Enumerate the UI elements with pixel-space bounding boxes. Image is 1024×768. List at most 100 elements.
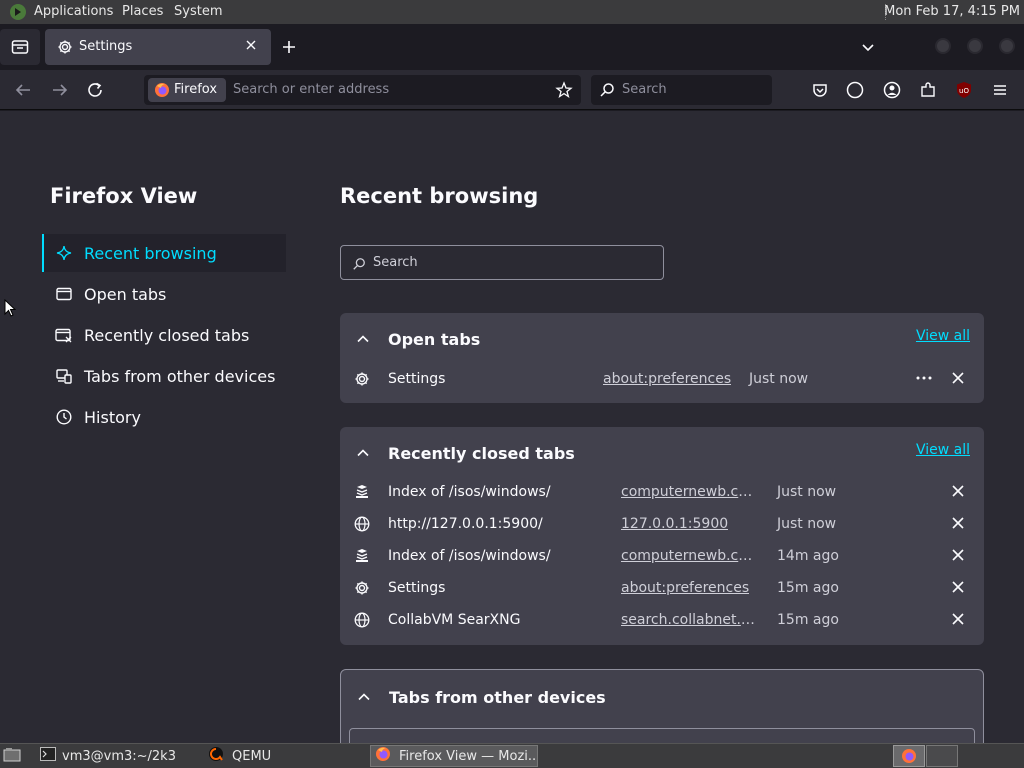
- firefox-view-page: Firefox View Recent browsing Open tabs R…: [0, 111, 1024, 758]
- url-input[interactable]: Search or enter address: [233, 82, 389, 97]
- sidebar-item-label: Open tabs: [84, 284, 167, 304]
- close-icon[interactable]: [950, 611, 966, 631]
- list-item[interactable]: Index of /isos/windows/ computernewb.com…: [340, 477, 984, 509]
- row-url[interactable]: 127.0.0.1:5900: [621, 516, 728, 532]
- open-tabs-card: Open tabs View all Settings about:prefer…: [340, 313, 984, 403]
- task-label: vm3@vm3:~/2k3: [62, 748, 176, 764]
- row-title: Index of /isos/windows/: [388, 548, 551, 564]
- sidebar-item-label: History: [84, 407, 141, 427]
- page-title: Recent browsing: [340, 184, 539, 208]
- list-item[interactable]: Index of /isos/windows/ computernewb.com…: [340, 541, 984, 573]
- hamburger-menu-icon[interactable]: [991, 81, 1009, 99]
- search-icon: [599, 82, 615, 102]
- view-all-link[interactable]: View all: [916, 442, 970, 458]
- chevron-up-icon[interactable]: [357, 689, 371, 708]
- close-icon[interactable]: [950, 483, 966, 503]
- reload-icon[interactable]: [87, 82, 105, 98]
- account-icon[interactable]: [883, 81, 901, 99]
- close-icon[interactable]: [950, 370, 966, 390]
- taskbar-item-qemu[interactable]: QEMU: [204, 745, 364, 767]
- sidebar-item-recently-closed-tabs[interactable]: Recently closed tabs: [42, 316, 286, 354]
- maximize-button[interactable]: [967, 38, 983, 54]
- globe-icon: [354, 612, 370, 632]
- sidebar-item-label: Recent browsing: [84, 243, 217, 263]
- identity-label: Firefox: [174, 82, 218, 97]
- close-window-button[interactable]: [999, 38, 1015, 54]
- close-icon[interactable]: [950, 547, 966, 567]
- task-label: QEMU: [232, 748, 272, 764]
- list-item[interactable]: http://127.0.0.1:5900/ 127.0.0.1:5900 Ju…: [340, 509, 984, 541]
- row-url[interactable]: computernewb.com: [621, 548, 757, 564]
- workspace-switcher[interactable]: [893, 745, 925, 767]
- forward-icon[interactable]: [51, 82, 69, 98]
- url-bar[interactable]: Firefox Search or enter address: [144, 75, 581, 105]
- firefox-view-button[interactable]: [0, 29, 40, 65]
- taskbar: vm3@vm3:~/2k3 QEMU Firefox View — Mozi..…: [0, 743, 1024, 768]
- list-all-tabs-icon[interactable]: [860, 39, 876, 59]
- chevron-up-icon[interactable]: [356, 445, 370, 464]
- sidebar-item-open-tabs[interactable]: Open tabs: [42, 275, 286, 313]
- clock[interactable]: Mon Feb 17, 4:15 PM: [884, 4, 1020, 19]
- row-title: CollabVM SearXNG: [388, 612, 521, 628]
- applications-menu[interactable]: Applications: [34, 4, 113, 19]
- tab-title: Settings: [79, 39, 133, 54]
- sidebar-heading: Firefox View: [50, 184, 198, 208]
- tab-strip: Settings: [0, 24, 1024, 70]
- window-icon: [44, 286, 84, 302]
- terminal-icon: [40, 747, 56, 765]
- globe-icon: [354, 516, 370, 536]
- ublock-origin-icon[interactable]: uO: [955, 81, 973, 99]
- row-url[interactable]: about:preferences: [603, 371, 731, 387]
- recent-browsing-search[interactable]: Search: [340, 245, 664, 280]
- clock-icon: [44, 409, 84, 425]
- firefox-logo-icon: [902, 749, 916, 763]
- chevron-up-icon[interactable]: [356, 331, 370, 350]
- firefox-logo-icon: [375, 746, 391, 766]
- row-time: Just now: [777, 484, 837, 500]
- row-title: Index of /isos/windows/: [388, 484, 551, 500]
- show-desktop-icon[interactable]: [3, 747, 21, 767]
- sidebar-item-tabs-from-other-devices[interactable]: Tabs from other devices: [42, 357, 286, 395]
- qemu-icon: [208, 746, 224, 766]
- row-time: 14m ago: [777, 548, 839, 564]
- bookmark-star-icon[interactable]: [555, 81, 573, 103]
- row-title: Settings: [388, 371, 446, 387]
- places-menu[interactable]: Places: [122, 4, 163, 19]
- taskbar-item-firefox[interactable]: Firefox View — Mozi...: [370, 745, 538, 767]
- close-icon[interactable]: [950, 515, 966, 535]
- view-all-link[interactable]: View all: [916, 328, 970, 344]
- more-options-icon[interactable]: [914, 370, 934, 390]
- row-url[interactable]: computernewb.com: [621, 484, 757, 500]
- search-input[interactable]: Search: [622, 82, 667, 97]
- tab-settings[interactable]: Settings: [45, 29, 271, 65]
- list-item[interactable]: CollabVM SearXNG search.collabnet.l... 1…: [340, 605, 984, 637]
- row-url[interactable]: about:preferences: [621, 580, 749, 596]
- back-icon[interactable]: [14, 82, 32, 98]
- identity-box[interactable]: Firefox: [148, 78, 226, 102]
- extensions-puzzle-icon[interactable]: [919, 81, 937, 99]
- search-input[interactable]: Search: [373, 255, 418, 270]
- search-bar[interactable]: Search: [591, 75, 772, 105]
- sidebar-item-recent-browsing[interactable]: Recent browsing: [42, 234, 286, 272]
- new-tab-icon[interactable]: [281, 39, 297, 59]
- system-menu[interactable]: System: [174, 4, 222, 19]
- gear-icon: [354, 371, 370, 391]
- workspace-2[interactable]: [926, 745, 958, 767]
- pocket-icon[interactable]: [811, 81, 829, 99]
- list-item[interactable]: Settings about:preferences Just now: [340, 364, 984, 396]
- sidebar-item-history[interactable]: History: [42, 398, 286, 436]
- list-item[interactable]: Settings about:preferences 15m ago: [340, 573, 984, 605]
- top-panel: Applications Places System Mon Feb 17, 4…: [0, 0, 1024, 24]
- row-title: http://127.0.0.1:5900/: [388, 516, 543, 532]
- minimize-button[interactable]: [935, 38, 951, 54]
- tabs-from-other-devices-card: Tabs from other devices: [340, 669, 984, 758]
- taskbar-item-terminal[interactable]: vm3@vm3:~/2k3: [36, 745, 196, 767]
- row-url[interactable]: search.collabnet.l...: [621, 612, 757, 628]
- stack-favicon-icon: [354, 548, 370, 568]
- close-tab-icon[interactable]: [243, 37, 259, 57]
- circle-extension-icon[interactable]: [846, 81, 864, 99]
- gnome-foot-icon[interactable]: [9, 3, 27, 25]
- recently-closed-tabs-card: Recently closed tabs View all Index of /…: [340, 427, 984, 645]
- close-icon[interactable]: [950, 579, 966, 599]
- sidebar-item-label: Recently closed tabs: [84, 325, 250, 345]
